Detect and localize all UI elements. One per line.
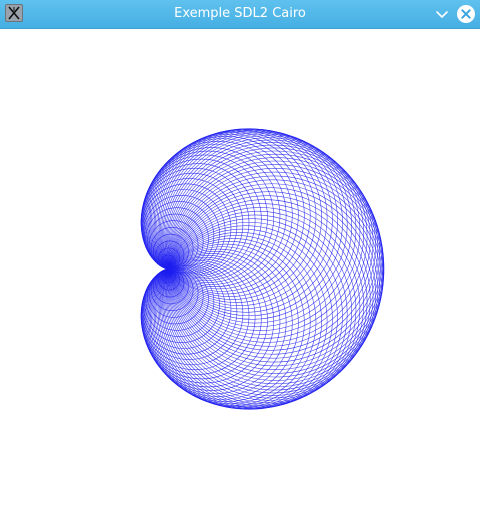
minimize-button[interactable] bbox=[432, 4, 452, 24]
cardioid-drawing bbox=[140, 128, 385, 410]
window-title: Exemple SDL2 Cairo bbox=[174, 6, 306, 21]
drawing-canvas[interactable] bbox=[0, 29, 480, 509]
close-icon bbox=[457, 5, 475, 23]
app-window: Exemple SDL2 Cairo bbox=[0, 0, 480, 509]
chevron-down-icon bbox=[436, 11, 448, 18]
close-button[interactable] bbox=[456, 4, 476, 24]
title-bar[interactable]: Exemple SDL2 Cairo bbox=[0, 0, 480, 29]
